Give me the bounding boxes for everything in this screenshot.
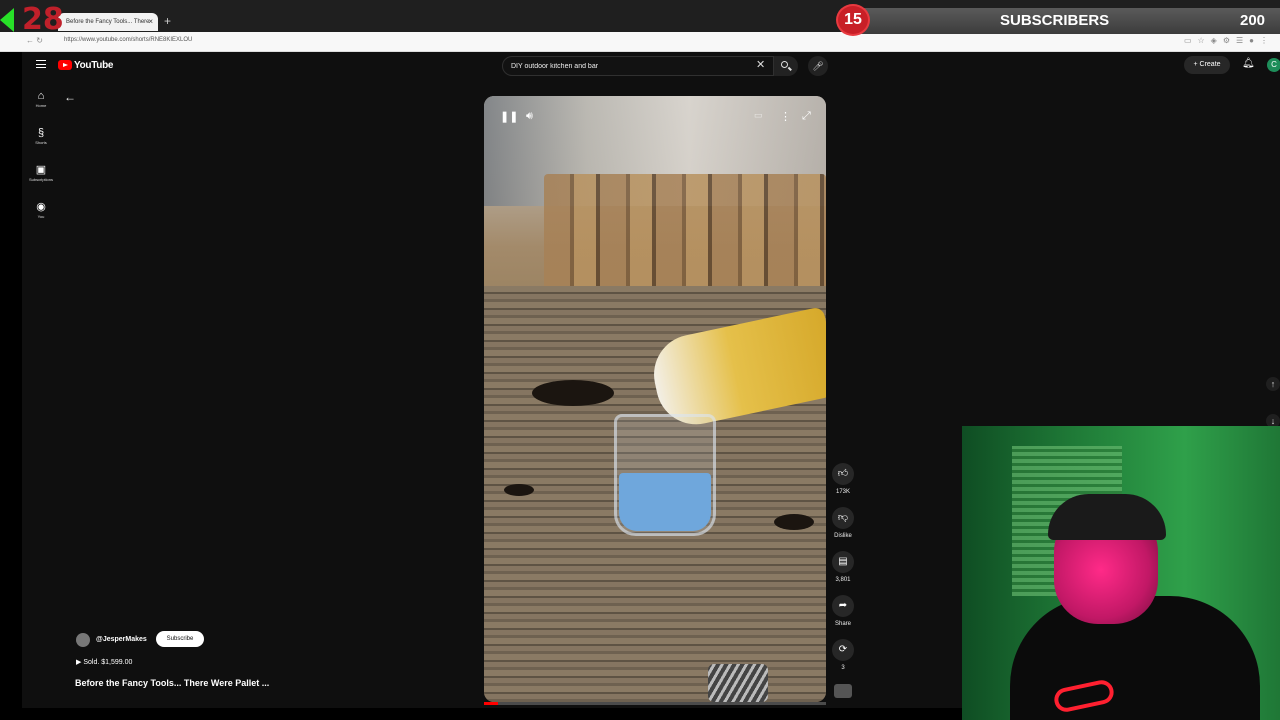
home-icon: ⌂ [37, 90, 45, 102]
search-button[interactable] [774, 56, 798, 76]
streamer-webcam [962, 426, 1280, 720]
remix-icon: ⟳ [832, 639, 854, 661]
subscriber-goal-label: SUBSCRIBERS [1000, 12, 1110, 29]
video-blue-paint [619, 473, 711, 531]
video-progress-fill [484, 702, 498, 705]
voice-search-icon[interactable]: 🎤︎ [808, 56, 828, 76]
sidebar-item-label: You [37, 214, 45, 219]
subscriptions-icon: ▣ [35, 164, 47, 176]
new-tab-button[interactable]: + [164, 14, 171, 28]
video-paint-cup [614, 414, 716, 536]
sidebar-item-home[interactable]: ⌂ Home [28, 89, 54, 108]
notifications-icon[interactable]: 🔔︎ [1242, 58, 1255, 69]
youtube-header: YouTube ✕ 🎤︎ + Create 🔔︎ C [22, 52, 1280, 80]
channel-avatar[interactable] [76, 633, 90, 647]
sidebar-item-label: Subscriptions [28, 177, 53, 182]
remix-count: 3 [841, 665, 845, 671]
thumbs-up-icon: 👍︎ [832, 463, 854, 485]
webcam-streamer-cap [1048, 494, 1166, 540]
create-label: Create [1199, 61, 1221, 68]
subscriber-goal-target: 200 [1240, 12, 1266, 29]
video-clamp [708, 664, 768, 702]
youtube-wordmark[interactable]: YouTube [74, 60, 114, 71]
product-link[interactable]: ▶ Sold. $1,599.00 [76, 658, 132, 666]
stream-counter: 28 [0, 2, 64, 37]
sidebar-item-label: Home [35, 103, 47, 108]
stream-counter-value: 28 [22, 2, 64, 37]
dislike-label: Dislike [834, 533, 852, 539]
search-input[interactable] [511, 60, 751, 73]
back-forward-reload-icons[interactable]: ← ↻ [26, 36, 43, 45]
channel-name[interactable]: @JesperMakes [96, 636, 147, 643]
comment-icon: ▤ [832, 551, 854, 573]
shorts-video-player[interactable]: ❚❚ 🔊︎ ▭ ⋮ ⤢ [484, 96, 826, 702]
avatar[interactable]: C [1267, 58, 1280, 72]
fullscreen-icon[interactable]: ⤢ [802, 110, 811, 123]
like-count: 173K [835, 489, 850, 495]
previous-short-arrow-icon[interactable]: ↑ [1266, 377, 1280, 391]
green-arrow-icon [0, 8, 14, 32]
shorts-icon: § [37, 127, 45, 139]
tab-close-icon[interactable]: × [148, 13, 153, 31]
address-bar: ← ↻ https://www.youtube.com/shorts/RNE8K… [0, 32, 1280, 52]
search-box[interactable] [502, 56, 774, 76]
browser-tab[interactable]: Before the Fancy Tools... There × [58, 13, 158, 31]
extension-icons[interactable]: ▭☆◈⚙☰●⋮ [1184, 36, 1274, 45]
share-icon: ➦ [832, 595, 854, 617]
dislike-button[interactable]: 👎︎ Dislike [832, 507, 854, 539]
comment-count: 3,801 [835, 577, 851, 583]
more-options-icon[interactable]: ⋮ [780, 110, 791, 123]
comments-button[interactable]: ▤ 3,801 [832, 551, 854, 583]
thumbs-down-icon: 👎︎ [832, 507, 854, 529]
video-bench-hole [504, 484, 534, 496]
subscribe-button[interactable]: Subscribe [156, 631, 204, 647]
search-icon [781, 61, 788, 68]
subscriber-count-badge: 15 [836, 4, 870, 36]
sidebar-item-subscriptions[interactable]: ▣ Subscriptions [28, 163, 54, 182]
tab-title: Before the Fancy Tools... There [66, 19, 150, 25]
create-button[interactable]: + Create [1184, 56, 1230, 74]
sidebar-item-shorts[interactable]: § Shorts [28, 126, 54, 145]
back-arrow-icon[interactable]: ← [64, 90, 76, 104]
menu-icon[interactable] [36, 60, 46, 68]
volume-icon[interactable]: 🔊︎ [526, 110, 533, 123]
captions-icon[interactable]: ▭ [754, 110, 763, 121]
pause-icon[interactable]: ❚❚ [500, 110, 518, 123]
channel-thumbnail[interactable] [834, 684, 852, 698]
video-pallet-blocks [544, 174, 826, 294]
you-icon: ◉ [36, 201, 46, 213]
youtube-logo-icon[interactable] [58, 60, 72, 70]
video-bench-hole [774, 514, 814, 530]
url-field[interactable]: https://www.youtube.com/shorts/RNE8KIEXL… [64, 37, 192, 43]
share-label: Share [834, 621, 851, 627]
like-button[interactable]: 👍︎ 173K [832, 463, 854, 495]
remix-button[interactable]: ⟳ 3 [832, 639, 854, 671]
short-title[interactable]: Before the Fancy Tools... There Were Pal… [75, 678, 269, 688]
video-bench-hole [532, 380, 614, 406]
sidebar-item-label: Shorts [35, 140, 47, 145]
clear-search-icon[interactable]: ✕ [756, 58, 765, 71]
sidebar-item-you[interactable]: ◉ You [28, 200, 54, 219]
video-progress-bar[interactable] [484, 702, 826, 705]
share-button[interactable]: ➦ Share [832, 595, 854, 627]
